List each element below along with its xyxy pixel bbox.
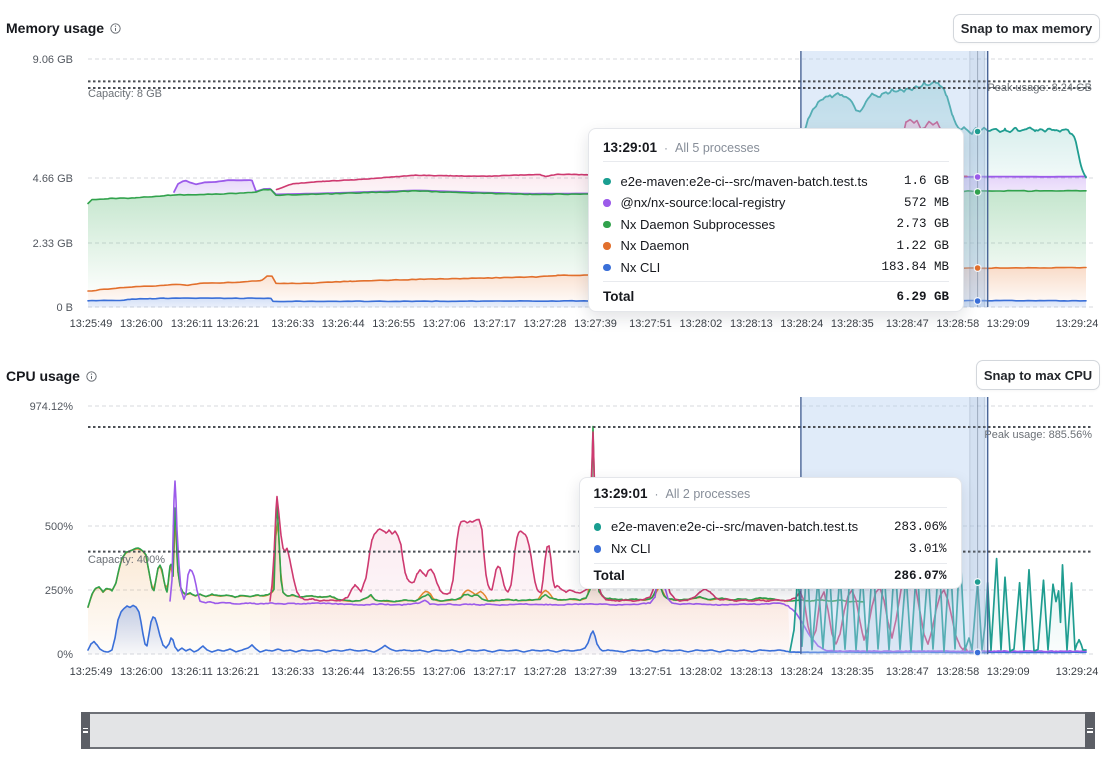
svg-text:13:28:13: 13:28:13 bbox=[730, 318, 773, 330]
svg-text:13:27:51: 13:27:51 bbox=[629, 666, 672, 678]
svg-text:13:28:02: 13:28:02 bbox=[679, 666, 722, 678]
svg-text:13:29:09: 13:29:09 bbox=[987, 666, 1030, 678]
svg-text:13:28:47: 13:28:47 bbox=[886, 666, 929, 678]
svg-text:4.66 GB: 4.66 GB bbox=[33, 173, 73, 185]
svg-text:Peak usage: 885.56%: Peak usage: 885.56% bbox=[984, 429, 1092, 441]
svg-text:13:26:11: 13:26:11 bbox=[171, 666, 213, 678]
svg-text:13:28:02: 13:28:02 bbox=[679, 318, 722, 330]
svg-text:13:26:44: 13:26:44 bbox=[322, 318, 365, 330]
svg-text:13:26:33: 13:26:33 bbox=[271, 318, 314, 330]
svg-text:13:25:49: 13:25:49 bbox=[70, 318, 113, 330]
svg-text:974.12%: 974.12% bbox=[30, 401, 74, 413]
svg-text:13:27:39: 13:27:39 bbox=[574, 666, 617, 678]
svg-text:13:28:58: 13:28:58 bbox=[936, 666, 979, 678]
svg-text:Peak usage: 8.24 GB: Peak usage: 8.24 GB bbox=[987, 82, 1092, 94]
svg-text:0%: 0% bbox=[57, 649, 73, 661]
svg-text:13:26:55: 13:26:55 bbox=[372, 666, 415, 678]
svg-text:500%: 500% bbox=[45, 521, 73, 533]
svg-text:13:28:24: 13:28:24 bbox=[780, 318, 823, 330]
svg-text:13:27:06: 13:27:06 bbox=[423, 666, 466, 678]
svg-text:13:26:00: 13:26:00 bbox=[120, 318, 163, 330]
svg-text:13:27:28: 13:27:28 bbox=[524, 666, 567, 678]
svg-text:13:27:17: 13:27:17 bbox=[473, 318, 516, 330]
svg-text:13:28:35: 13:28:35 bbox=[831, 318, 874, 330]
svg-text:9.06 GB: 9.06 GB bbox=[33, 54, 73, 66]
svg-text:0 B: 0 B bbox=[56, 302, 73, 314]
svg-text:13:28:47: 13:28:47 bbox=[886, 318, 929, 330]
svg-text:13:28:58: 13:28:58 bbox=[936, 318, 979, 330]
svg-text:2.33 GB: 2.33 GB bbox=[33, 238, 73, 250]
svg-text:13:28:13: 13:28:13 bbox=[730, 666, 773, 678]
svg-text:13:29:24: 13:29:24 bbox=[1056, 666, 1099, 678]
svg-text:13:25:49: 13:25:49 bbox=[70, 666, 113, 678]
svg-text:250%: 250% bbox=[45, 585, 73, 597]
svg-text:13:26:11: 13:26:11 bbox=[171, 318, 213, 330]
svg-text:13:27:06: 13:27:06 bbox=[423, 318, 466, 330]
svg-text:13:27:28: 13:27:28 bbox=[524, 318, 567, 330]
svg-text:Capacity: 8 GB: Capacity: 8 GB bbox=[88, 88, 162, 100]
svg-text:13:29:24: 13:29:24 bbox=[1056, 318, 1099, 330]
svg-text:13:26:00: 13:26:00 bbox=[120, 666, 163, 678]
svg-text:13:28:35: 13:28:35 bbox=[831, 666, 874, 678]
svg-text:13:26:44: 13:26:44 bbox=[322, 666, 365, 678]
svg-text:13:26:21: 13:26:21 bbox=[216, 318, 259, 330]
svg-text:13:27:17: 13:27:17 bbox=[473, 666, 516, 678]
svg-text:13:29:09: 13:29:09 bbox=[987, 318, 1030, 330]
svg-text:13:27:51: 13:27:51 bbox=[629, 318, 672, 330]
svg-text:13:26:21: 13:26:21 bbox=[216, 666, 259, 678]
svg-text:Capacity: 400%: Capacity: 400% bbox=[88, 554, 165, 566]
svg-text:13:27:39: 13:27:39 bbox=[574, 318, 617, 330]
svg-text:13:28:24: 13:28:24 bbox=[780, 666, 823, 678]
svg-text:13:26:55: 13:26:55 bbox=[372, 318, 415, 330]
svg-text:13:26:33: 13:26:33 bbox=[271, 666, 314, 678]
